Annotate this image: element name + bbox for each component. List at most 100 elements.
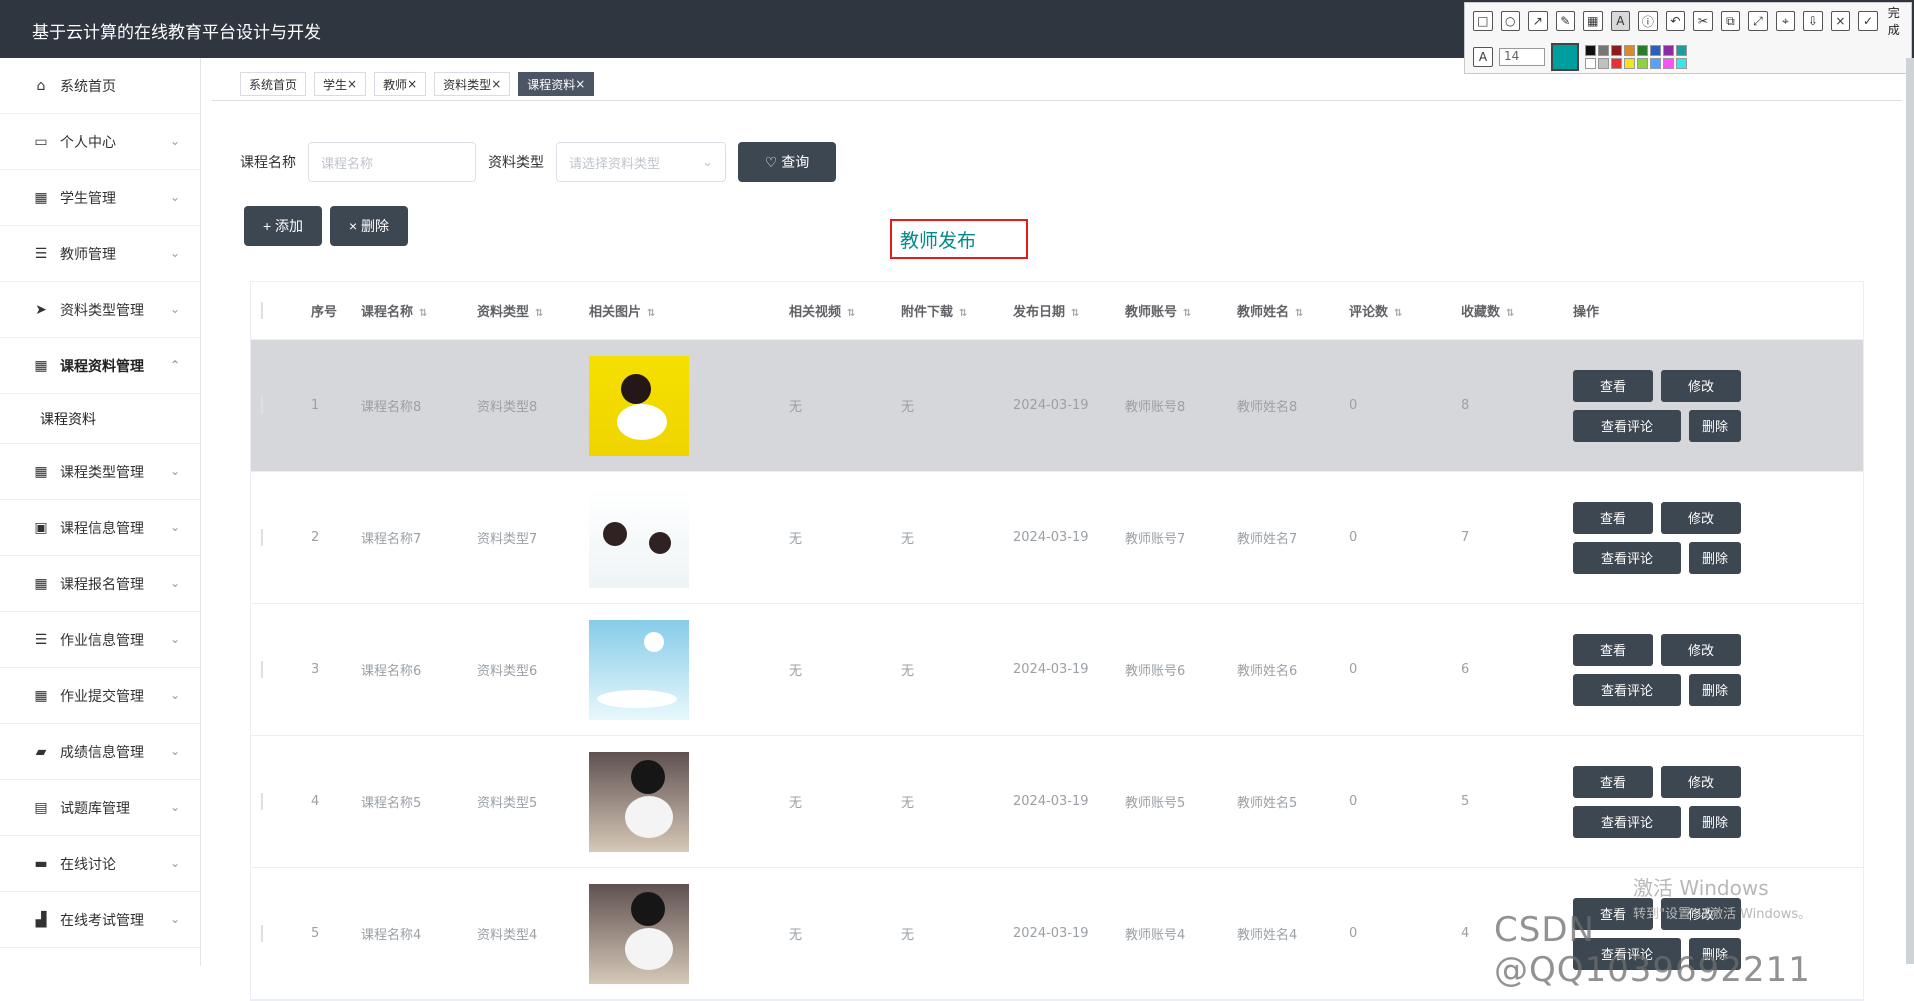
sidebar-item-course-types[interactable]: ▦ 课程类型管理 ⌄ bbox=[0, 444, 200, 500]
color-swatch[interactable] bbox=[1598, 58, 1609, 69]
table-row[interactable]: 3 课程名称6 资料类型6 无 无 2024-03-19 教师账号6 教师姓名6… bbox=[251, 604, 1863, 736]
edit-button[interactable]: 修改 bbox=[1661, 501, 1741, 534]
material-type-select[interactable]: 请选择资料类型 ⌄ bbox=[556, 142, 726, 182]
color-swatch[interactable] bbox=[1637, 58, 1648, 69]
mosaic-tool-icon[interactable]: ▦ bbox=[1583, 11, 1603, 31]
selected-color[interactable] bbox=[1551, 43, 1579, 71]
text-tool-icon[interactable]: A bbox=[1610, 11, 1631, 31]
sidebar-item-homework[interactable]: ☰ 作业信息管理 ⌄ bbox=[0, 612, 200, 668]
table-row[interactable]: 4 课程名称5 资料类型5 无 无 2024-03-19 教师账号5 教师姓名5… bbox=[251, 736, 1863, 868]
sidebar-item-material-types[interactable]: ➤ 资料类型管理 ⌄ bbox=[0, 282, 200, 338]
download-icon[interactable]: ⇩ bbox=[1803, 11, 1823, 31]
view-button[interactable]: 查看 bbox=[1573, 369, 1653, 402]
close-icon[interactable]: × bbox=[407, 77, 417, 91]
course-image[interactable] bbox=[589, 355, 689, 456]
font-size-select[interactable]: 14 bbox=[1499, 48, 1545, 66]
view-comments-button[interactable]: 查看评论 bbox=[1573, 673, 1681, 706]
header-course-name[interactable]: 课程名称 ⇅ bbox=[361, 301, 477, 320]
view-comments-button[interactable]: 查看评论 bbox=[1573, 409, 1681, 442]
color-swatch[interactable] bbox=[1611, 45, 1622, 56]
color-swatch[interactable] bbox=[1650, 58, 1661, 69]
color-swatch[interactable] bbox=[1585, 45, 1596, 56]
row-checkbox[interactable] bbox=[261, 793, 263, 810]
color-swatch[interactable] bbox=[1663, 58, 1674, 69]
edit-button[interactable]: 修改 bbox=[1661, 369, 1741, 402]
color-swatch[interactable] bbox=[1585, 58, 1596, 69]
close-icon[interactable]: × bbox=[1830, 11, 1851, 31]
close-icon[interactable]: × bbox=[347, 77, 357, 91]
sidebar-item-profile[interactable]: ▭ 个人中心 ⌄ bbox=[0, 114, 200, 170]
delete-row-button[interactable]: 删除 bbox=[1689, 409, 1741, 442]
sidebar-item-homework-submissions[interactable]: ▦ 作业提交管理 ⌄ bbox=[0, 668, 200, 724]
header-comments[interactable]: 评论数 ⇅ bbox=[1349, 301, 1461, 320]
tab-students[interactable]: 学生 × bbox=[314, 72, 367, 96]
header-teacher-name[interactable]: 教师姓名 ⇅ bbox=[1237, 301, 1349, 320]
undo-icon[interactable]: ↶ bbox=[1665, 11, 1686, 31]
color-swatch[interactable] bbox=[1650, 45, 1661, 56]
expand-icon[interactable]: ⤢ bbox=[1748, 11, 1768, 31]
color-swatch[interactable] bbox=[1676, 58, 1687, 69]
done-label[interactable]: 完成 bbox=[1888, 4, 1911, 38]
color-swatch[interactable] bbox=[1637, 45, 1648, 56]
tab-material-types[interactable]: 资料类型 × bbox=[434, 72, 511, 96]
delete-row-button[interactable]: 删除 bbox=[1689, 805, 1741, 838]
tab-home[interactable]: 系统首页 bbox=[240, 72, 307, 96]
arrow-tool-icon[interactable]: ↗ bbox=[1528, 11, 1548, 31]
course-image[interactable] bbox=[589, 619, 689, 720]
sidebar-item-course-materials[interactable]: ▦ 课程资料管理 ⌃ bbox=[0, 338, 200, 394]
course-image[interactable] bbox=[589, 751, 689, 852]
sidebar-item-exams[interactable]: ▟ 在线考试管理 ⌄ bbox=[0, 892, 200, 948]
delete-row-button[interactable]: 删除 bbox=[1689, 541, 1741, 574]
row-checkbox[interactable] bbox=[261, 529, 263, 546]
color-swatch[interactable] bbox=[1624, 45, 1635, 56]
sidebar-item-question-bank[interactable]: ▤ 试题库管理 ⌄ bbox=[0, 780, 200, 836]
edit-button[interactable]: 修改 bbox=[1661, 765, 1741, 798]
pin-icon[interactable]: ⌖ bbox=[1775, 11, 1796, 31]
sidebar-item-course-enrollment[interactable]: ▦ 课程报名管理 ⌄ bbox=[0, 556, 200, 612]
sidebar-item-home[interactable]: ⌂ 系统首页 bbox=[0, 58, 200, 114]
view-comments-button[interactable]: 查看评论 bbox=[1573, 805, 1681, 838]
add-button[interactable]: + 添加 bbox=[244, 206, 322, 246]
color-swatch[interactable] bbox=[1676, 45, 1687, 56]
delete-button[interactable]: × 删除 bbox=[330, 206, 408, 246]
view-button[interactable]: 查看 bbox=[1573, 501, 1653, 534]
sidebar-item-teachers[interactable]: ☰ 教师管理 ⌄ bbox=[0, 226, 200, 282]
header-favorites[interactable]: 收藏数 ⇅ bbox=[1461, 301, 1573, 320]
course-name-input[interactable]: 课程名称 bbox=[308, 142, 476, 182]
check-icon[interactable]: ✓ bbox=[1858, 11, 1878, 31]
header-teacher-account[interactable]: 教师账号 ⇅ bbox=[1125, 301, 1237, 320]
table-row[interactable]: 1 课程名称8 资料类型8 无 无 2024-03-19 教师账号8 教师姓名8… bbox=[251, 340, 1863, 472]
row-checkbox[interactable] bbox=[261, 397, 263, 414]
pen-tool-icon[interactable]: ✎ bbox=[1555, 11, 1576, 31]
course-image[interactable] bbox=[589, 883, 689, 984]
select-all-checkbox[interactable] bbox=[261, 302, 263, 319]
color-swatch[interactable] bbox=[1611, 58, 1622, 69]
edit-button[interactable]: 修改 bbox=[1661, 633, 1741, 666]
annotation-textbox[interactable]: 教师发布 bbox=[890, 219, 1028, 259]
delete-row-button[interactable]: 删除 bbox=[1689, 673, 1741, 706]
row-checkbox[interactable] bbox=[261, 925, 263, 942]
header-publish-date[interactable]: 发布日期 ⇅ bbox=[1013, 301, 1125, 320]
sidebar-subitem-course-material[interactable]: 课程资料 bbox=[0, 394, 200, 444]
view-button[interactable]: 查看 bbox=[1573, 633, 1653, 666]
sidebar-item-discussion[interactable]: ▬ 在线讨论 ⌄ bbox=[0, 836, 200, 892]
close-icon[interactable]: × bbox=[491, 77, 501, 91]
header-attachment[interactable]: 附件下载 ⇅ bbox=[901, 301, 1013, 320]
query-button[interactable]: ♡ 查询 bbox=[738, 142, 836, 182]
scroll-thumb[interactable] bbox=[1906, 58, 1914, 964]
header-material-type[interactable]: 资料类型 ⇅ bbox=[477, 301, 589, 320]
vertical-scrollbar[interactable] bbox=[1906, 58, 1914, 964]
info-tool-icon[interactable]: ⓘ bbox=[1638, 11, 1658, 31]
view-button[interactable]: 查看 bbox=[1573, 765, 1653, 798]
circle-tool-icon[interactable]: ○ bbox=[1500, 11, 1521, 31]
row-checkbox[interactable] bbox=[261, 661, 263, 678]
sidebar-item-scores[interactable]: ▰ 成绩信息管理 ⌄ bbox=[0, 724, 200, 780]
header-related-image[interactable]: 相关图片 ⇅ bbox=[589, 301, 789, 320]
header-related-video[interactable]: 相关视频 ⇅ bbox=[789, 301, 901, 320]
copy-icon[interactable]: ⧉ bbox=[1720, 11, 1741, 31]
rectangle-tool-icon[interactable]: □ bbox=[1473, 11, 1493, 31]
tab-teachers[interactable]: 教师 × bbox=[374, 72, 427, 96]
close-icon[interactable]: × bbox=[575, 77, 585, 91]
sidebar-item-course-info[interactable]: ▣ 课程信息管理 ⌄ bbox=[0, 500, 200, 556]
table-row[interactable]: 2 课程名称7 资料类型7 无 无 2024-03-19 教师账号7 教师姓名7… bbox=[251, 472, 1863, 604]
